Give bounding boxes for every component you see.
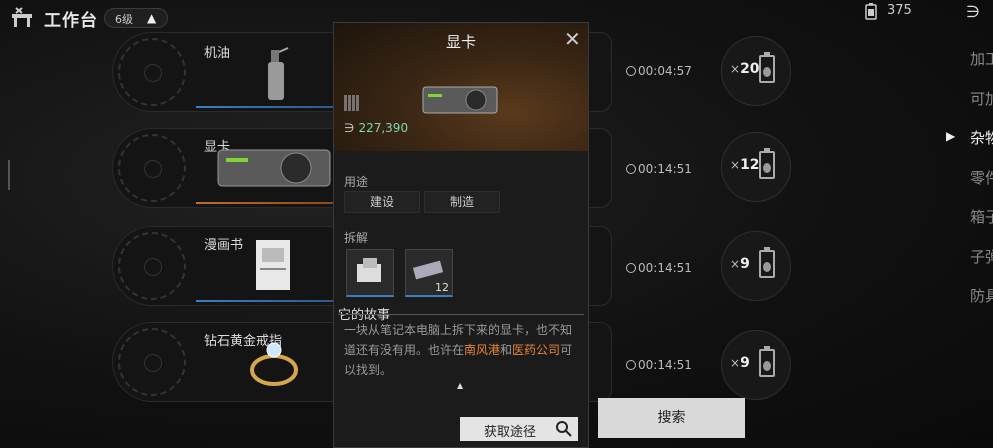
scroll-indicator	[8, 160, 10, 190]
category-item[interactable]: 箱子	[970, 206, 993, 227]
comic-book-icon	[256, 240, 290, 290]
item-name: 机油	[204, 46, 231, 61]
category-item[interactable]: 可加	[970, 88, 993, 109]
divider	[338, 314, 584, 315]
level-badge[interactable]: 6级 ▲	[104, 8, 168, 28]
rarity-bar	[196, 202, 336, 204]
disassemble-count: 12	[435, 281, 449, 294]
disassemble-slot[interactable]: 12	[405, 249, 453, 297]
popup-title: 显卡	[445, 33, 476, 51]
coin-icon: ∋	[966, 2, 980, 21]
use-label: 用途	[344, 175, 369, 189]
quantity-text: ×9	[730, 256, 750, 272]
quantity-text: ×9	[730, 355, 750, 371]
gpu-icon	[217, 149, 331, 187]
slot-disc	[118, 38, 186, 106]
story-text: 一块从笔记本电脑上拆下来的显卡，也不知道还有没有用。也许在南风港和医药公司可以找…	[344, 323, 573, 377]
rarity-bar	[196, 106, 336, 108]
battery-icon	[759, 346, 775, 377]
coin-icon: ∋	[344, 121, 355, 135]
level-text: 6级	[115, 13, 133, 26]
quantity-text: ×20	[730, 61, 760, 77]
currency-value: 375	[887, 3, 912, 18]
category-item[interactable]: 防具	[970, 285, 993, 306]
search-icon	[556, 421, 572, 437]
category-item[interactable]: 子弹	[970, 246, 993, 267]
craft-time: 00:14:51	[626, 261, 692, 275]
scroll-up-icon: ▲	[457, 381, 464, 390]
item-detail-popup: 显卡 ✕ ∋ 227,390 用途 建设 制造 拆解 12 它的故事 一块从笔记本…	[333, 22, 589, 448]
grid-icon	[344, 95, 360, 111]
close-icon[interactable]: ✕	[564, 27, 581, 51]
search-button[interactable]: 搜索	[598, 398, 745, 438]
workbench-icon	[12, 7, 32, 27]
category-selected-icon: ▶	[946, 129, 956, 143]
category-item[interactable]: 加工	[970, 48, 993, 69]
quantity-badge[interactable]: ×9	[721, 330, 791, 400]
source-button[interactable]: 获取途径	[460, 417, 578, 441]
battery-icon	[759, 148, 775, 179]
quantity-badge[interactable]: ×20	[721, 36, 791, 106]
page-title: 工作台	[44, 11, 98, 31]
item-name: 漫画书	[204, 238, 244, 253]
slot-disc	[118, 134, 186, 202]
quantity-badge[interactable]: ×12	[721, 132, 791, 202]
gpu-icon	[422, 86, 498, 114]
category-item-active[interactable]: 杂物	[970, 127, 993, 148]
craft-time: 00:04:57	[626, 64, 692, 78]
price-value: 227,390	[358, 121, 409, 135]
quantity-text: ×12	[730, 157, 760, 173]
use-button-craft[interactable]: 制造	[424, 191, 500, 213]
price-row: ∋ 227,390	[344, 121, 408, 135]
category-item[interactable]: 零件	[970, 167, 993, 188]
rarity-bar	[196, 300, 336, 302]
battery-icon	[759, 52, 775, 83]
battery-currency-icon	[865, 3, 877, 20]
craft-time: 00:14:51	[626, 162, 692, 176]
slot-disc	[118, 328, 186, 396]
use-button-build[interactable]: 建设	[344, 191, 420, 213]
quantity-badge[interactable]: ×9	[721, 231, 791, 301]
battery-icon	[759, 247, 775, 278]
diamond-ring-icon	[250, 342, 298, 386]
disassemble-slot[interactable]	[346, 249, 394, 297]
chevron-up-icon: ▲	[147, 11, 157, 25]
slot-disc	[118, 232, 186, 300]
disassemble-label: 拆解	[344, 231, 369, 245]
parts-icon	[357, 258, 381, 282]
craft-time: 00:14:51	[626, 358, 692, 372]
oil-bottle-icon	[268, 47, 289, 100]
